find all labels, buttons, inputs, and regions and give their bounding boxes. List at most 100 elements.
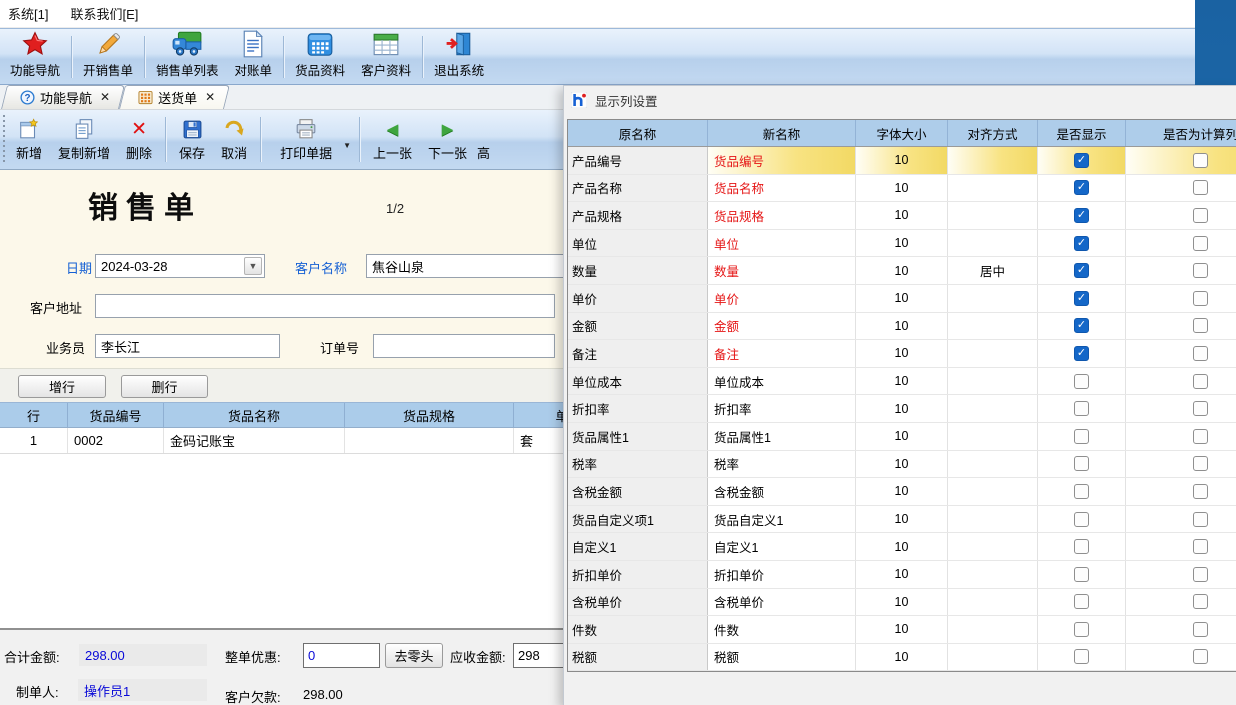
- visible-cell[interactable]: [1038, 395, 1126, 422]
- visible-cell[interactable]: ✓: [1038, 340, 1126, 367]
- dialog-table-row[interactable]: 折扣单价折扣单价10: [568, 561, 1236, 589]
- dialog-table-row[interactable]: 税额税额10: [568, 644, 1236, 672]
- visible-cell[interactable]: ✓: [1038, 230, 1126, 257]
- checkbox-unchecked-icon[interactable]: [1074, 539, 1089, 554]
- alignment-cell[interactable]: [948, 616, 1038, 643]
- alignment-cell[interactable]: [948, 340, 1038, 367]
- font-size-cell[interactable]: 10: [856, 506, 948, 533]
- font-size-cell[interactable]: 10: [856, 285, 948, 312]
- font-size-cell[interactable]: 10: [856, 175, 948, 202]
- toolbar-button-sales-list[interactable]: 销售单列表: [148, 31, 227, 83]
- checkbox-unchecked-icon[interactable]: [1193, 567, 1208, 582]
- font-size-cell[interactable]: 10: [856, 451, 948, 478]
- calculated-cell[interactable]: [1126, 533, 1236, 560]
- new-name-cell[interactable]: 货品规格: [708, 202, 856, 229]
- toolbar-button-new-sale[interactable]: 开销售单: [75, 31, 141, 83]
- checkbox-checked-icon[interactable]: ✓: [1074, 153, 1089, 168]
- font-size-cell[interactable]: 10: [856, 644, 948, 671]
- tab-delivery-note[interactable]: 送货单 ✕: [122, 85, 227, 109]
- save-button[interactable]: 保存: [171, 111, 213, 168]
- calculated-cell[interactable]: [1126, 313, 1236, 340]
- alignment-cell[interactable]: [948, 395, 1038, 422]
- toolbar-button-statement[interactable]: 对账单: [227, 31, 281, 83]
- visible-cell[interactable]: [1038, 423, 1126, 450]
- menu-contact-us[interactable]: 联系我们[E]: [66, 1, 142, 26]
- calculated-cell[interactable]: [1126, 368, 1236, 395]
- checkbox-unchecked-icon[interactable]: [1193, 153, 1208, 168]
- alignment-cell[interactable]: [948, 533, 1038, 560]
- round-off-button[interactable]: 去零头: [385, 643, 443, 668]
- checkbox-unchecked-icon[interactable]: [1074, 594, 1089, 609]
- print-button[interactable]: 打印单据: [266, 111, 340, 168]
- more-button-clipped[interactable]: 高: [475, 111, 492, 168]
- dialog-table-row[interactable]: 自定义1自定义110: [568, 533, 1236, 561]
- toolbar-button-customer-data[interactable]: 客户资料: [353, 31, 419, 83]
- dialog-table-row[interactable]: 货品自定义项1货品自定义110: [568, 506, 1236, 534]
- goods-name-cell[interactable]: 金码记账宝: [164, 428, 345, 453]
- delete-button[interactable]: ✕ 删除: [118, 111, 160, 168]
- checkbox-unchecked-icon[interactable]: [1193, 456, 1208, 471]
- new-name-cell[interactable]: 折扣率: [708, 395, 856, 422]
- checkbox-unchecked-icon[interactable]: [1193, 374, 1208, 389]
- dialog-table-row[interactable]: 单价单价10✓: [568, 285, 1236, 313]
- checkbox-unchecked-icon[interactable]: [1193, 594, 1208, 609]
- new-name-cell[interactable]: 含税单价: [708, 589, 856, 616]
- new-name-cell[interactable]: 税额: [708, 644, 856, 671]
- close-icon[interactable]: ✕: [100, 90, 110, 104]
- calculated-cell[interactable]: [1126, 175, 1236, 202]
- alignment-cell[interactable]: 居中: [948, 257, 1038, 284]
- dialog-table-row[interactable]: 含税单价含税单价10: [568, 589, 1236, 617]
- new-name-cell[interactable]: 货品属性1: [708, 423, 856, 450]
- font-size-cell[interactable]: 10: [856, 202, 948, 229]
- visible-cell[interactable]: ✓: [1038, 175, 1126, 202]
- copy-new-button[interactable]: 复制新增: [50, 111, 118, 168]
- alignment-cell[interactable]: [948, 423, 1038, 450]
- calculated-cell[interactable]: [1126, 644, 1236, 671]
- font-size-cell[interactable]: 10: [856, 589, 948, 616]
- dialog-table-row[interactable]: 货品属性1货品属性110: [568, 423, 1236, 451]
- alignment-cell[interactable]: [948, 589, 1038, 616]
- checkbox-unchecked-icon[interactable]: [1193, 622, 1208, 637]
- checkbox-checked-icon[interactable]: ✓: [1074, 291, 1089, 306]
- checkbox-unchecked-icon[interactable]: [1193, 208, 1208, 223]
- toolbar-button-goods-data[interactable]: 货品资料: [287, 31, 353, 83]
- chevron-down-icon[interactable]: ▼: [244, 257, 262, 275]
- calculated-cell[interactable]: [1126, 616, 1236, 643]
- close-icon[interactable]: ✕: [205, 90, 215, 104]
- toolbar-drag-handle[interactable]: [1, 115, 7, 164]
- new-name-cell[interactable]: 货品名称: [708, 175, 856, 202]
- visible-cell[interactable]: [1038, 506, 1126, 533]
- new-name-cell[interactable]: 件数: [708, 616, 856, 643]
- calculated-cell[interactable]: [1126, 230, 1236, 257]
- checkbox-unchecked-icon[interactable]: [1074, 512, 1089, 527]
- calculated-cell[interactable]: [1126, 395, 1236, 422]
- visible-cell[interactable]: [1038, 451, 1126, 478]
- checkbox-unchecked-icon[interactable]: [1193, 512, 1208, 527]
- chevron-down-icon[interactable]: ▼: [340, 141, 354, 150]
- new-name-cell[interactable]: 折扣单价: [708, 561, 856, 588]
- dialog-table-row[interactable]: 折扣率折扣率10: [568, 395, 1236, 423]
- checkbox-unchecked-icon[interactable]: [1193, 318, 1208, 333]
- checkbox-unchecked-icon[interactable]: [1193, 180, 1208, 195]
- visible-cell[interactable]: [1038, 368, 1126, 395]
- alignment-cell[interactable]: [948, 175, 1038, 202]
- checkbox-unchecked-icon[interactable]: [1074, 374, 1089, 389]
- alignment-cell[interactable]: [948, 230, 1038, 257]
- dialog-title-bar[interactable]: 显示列设置: [564, 86, 1236, 114]
- new-name-cell[interactable]: 货品编号: [708, 147, 856, 174]
- font-size-cell[interactable]: 10: [856, 533, 948, 560]
- checkbox-unchecked-icon[interactable]: [1074, 567, 1089, 582]
- dialog-table-row[interactable]: 备注备注10✓: [568, 340, 1236, 368]
- dialog-table-row[interactable]: 含税金额含税金额10: [568, 478, 1236, 506]
- visible-cell[interactable]: [1038, 478, 1126, 505]
- tab-function-nav[interactable]: ? 功能导航 ✕: [4, 85, 122, 109]
- checkbox-checked-icon[interactable]: ✓: [1074, 208, 1089, 223]
- alignment-cell[interactable]: [948, 451, 1038, 478]
- calculated-cell[interactable]: [1126, 451, 1236, 478]
- new-name-cell[interactable]: 税率: [708, 451, 856, 478]
- checkbox-checked-icon[interactable]: ✓: [1074, 263, 1089, 278]
- alignment-cell[interactable]: [948, 644, 1038, 671]
- calculated-cell[interactable]: [1126, 257, 1236, 284]
- calculated-cell[interactable]: [1126, 285, 1236, 312]
- dialog-table-row[interactable]: 单位单位10✓: [568, 230, 1236, 258]
